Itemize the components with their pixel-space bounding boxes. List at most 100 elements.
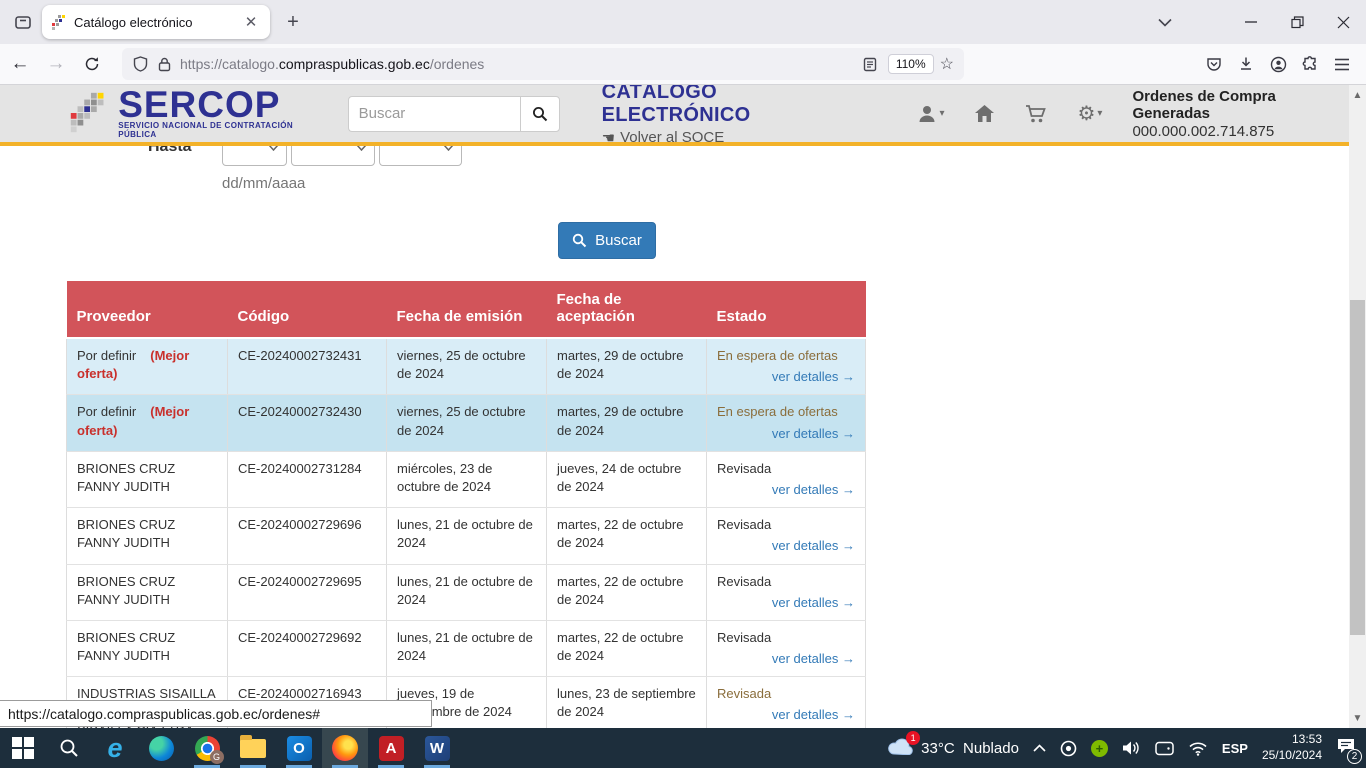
- header-proveedor: Proveedor: [67, 281, 228, 338]
- header-search-input[interactable]: [348, 96, 520, 132]
- ver-detalles-link[interactable]: ver detalles →: [717, 537, 855, 555]
- minimize-button[interactable]: [1228, 0, 1274, 44]
- tab-favicon: [50, 14, 66, 30]
- firefox-icon[interactable]: [322, 728, 368, 768]
- proveedor-value: BRIONES CRUZ FANNY JUDITH: [77, 574, 175, 607]
- proveedor-cell: Por definir(Mejor oferta): [67, 395, 228, 451]
- volver-soce-link[interactable]: ☚Volver al SOCE: [602, 129, 862, 147]
- taskbar-search-icon[interactable]: [46, 728, 92, 768]
- language-indicator[interactable]: ESP: [1222, 741, 1248, 756]
- record-icon[interactable]: [1060, 740, 1077, 757]
- ver-detalles-link[interactable]: ver detalles →: [717, 594, 855, 612]
- ver-detalles-link[interactable]: ver detalles →: [717, 481, 855, 499]
- downloads-icon[interactable]: [1230, 48, 1262, 80]
- monitor-icon[interactable]: [1155, 741, 1174, 756]
- taskbar-clock[interactable]: 13:53 25/10/2024: [1262, 732, 1322, 763]
- close-window-button[interactable]: [1320, 0, 1366, 44]
- wifi-icon[interactable]: [1188, 741, 1208, 756]
- menu-hamburger-icon[interactable]: [1326, 48, 1358, 80]
- estado-cell: Revisada ver detalles →: [707, 677, 866, 728]
- browser-titlebar: Catálogo electrónico ✕ +: [0, 0, 1366, 44]
- tab-close-icon[interactable]: ✕: [240, 11, 262, 33]
- reload-button[interactable]: [76, 48, 108, 80]
- proveedor-value: BRIONES CRUZ FANNY JUDITH: [77, 517, 175, 550]
- reader-view-icon[interactable]: [863, 57, 877, 72]
- internet-explorer-icon[interactable]: e: [92, 728, 138, 768]
- fecha-emision-value: lunes, 21 de octubre de 2024: [387, 508, 547, 564]
- new-tab-button[interactable]: +: [278, 7, 308, 37]
- chrome-icon[interactable]: G: [184, 728, 230, 768]
- edge-icon[interactable]: [138, 728, 184, 768]
- pocket-icon[interactable]: [1198, 48, 1230, 80]
- fecha-aceptacion-value: jueves, 24 de octubre de 2024: [547, 451, 707, 507]
- ver-detalles-link[interactable]: ver detalles →: [717, 368, 855, 386]
- word-icon[interactable]: W: [414, 728, 460, 768]
- fecha-emision-value: viernes, 25 de octubre de 2024: [387, 395, 547, 451]
- fecha-aceptacion-value: martes, 29 de octubre de 2024: [547, 395, 707, 451]
- weather-widget[interactable]: 1 33°C Nublado: [887, 737, 1019, 760]
- zoom-level-button[interactable]: 110%: [888, 54, 934, 74]
- cart-icon[interactable]: [1025, 104, 1047, 124]
- tracking-shield-icon[interactable]: [133, 56, 148, 72]
- codigo-value: CE-20240002729695: [228, 564, 387, 620]
- orders-generated-label: Ordenes de Compra Generadas: [1132, 88, 1349, 122]
- search-icon: [532, 106, 548, 122]
- header-fecha-emision: Fecha de emisión: [387, 281, 547, 338]
- fecha-aceptacion-value: martes, 29 de octubre de 2024: [547, 338, 707, 395]
- settings-gear-icon[interactable]: ⚙▾: [1077, 101, 1102, 126]
- site-header: SERCOP SERVICIO NACIONAL DE CONTRATACIÓN…: [0, 85, 1349, 146]
- logo-tagline: SERVICIO NACIONAL DE CONTRATACIÓN PÚBLIC…: [118, 121, 325, 139]
- header-estado: Estado: [707, 281, 866, 338]
- arrow-right-icon: →: [842, 538, 855, 553]
- antivirus-icon[interactable]: +: [1091, 740, 1108, 757]
- lock-icon[interactable]: [158, 57, 171, 72]
- url-bar[interactable]: https://catalogo.compraspublicas.gob.ec/…: [122, 48, 964, 80]
- buscar-button[interactable]: Buscar: [558, 222, 656, 259]
- extensions-icon[interactable]: [1294, 48, 1326, 80]
- firefox-view-icon[interactable]: [8, 7, 38, 37]
- estado-value: Revisada: [717, 516, 855, 534]
- restore-button[interactable]: [1274, 0, 1320, 44]
- arrow-right-icon: →: [842, 707, 855, 722]
- estado-cell: Revisada ver detalles →: [707, 508, 866, 564]
- start-button[interactable]: [0, 728, 46, 768]
- file-explorer-icon[interactable]: [230, 728, 276, 768]
- hidden-icons-chevron[interactable]: [1033, 744, 1046, 752]
- account-icon[interactable]: [1262, 48, 1294, 80]
- proveedor-cell: BRIONES CRUZ FANNY JUDITH: [67, 508, 228, 564]
- notification-badge: 2: [1347, 749, 1362, 764]
- table-header-row: Proveedor Código Fecha de emisión Fecha …: [67, 281, 866, 338]
- notifications-icon[interactable]: 2: [1336, 737, 1356, 759]
- proveedor-value: BRIONES CRUZ FANNY JUDITH: [77, 461, 175, 494]
- browser-tab[interactable]: Catálogo electrónico ✕: [42, 5, 270, 39]
- header-search-button[interactable]: [520, 96, 560, 132]
- fecha-emision-value: miércoles, 23 de octubre de 2024: [387, 451, 547, 507]
- tab-title: Catálogo electrónico: [74, 15, 240, 30]
- weather-badge: 1: [906, 731, 920, 745]
- scroll-up-icon[interactable]: ▲: [1349, 87, 1366, 103]
- bookmark-star-icon[interactable]: ☆: [940, 54, 954, 74]
- acrobat-icon[interactable]: A: [368, 728, 414, 768]
- vertical-scrollbar[interactable]: ▲ ▼: [1349, 85, 1366, 728]
- sercop-logo[interactable]: SERCOP SERVICIO NACIONAL DE CONTRATACIÓN…: [66, 88, 326, 139]
- outlook-icon[interactable]: O: [276, 728, 322, 768]
- estado-value: Revisada: [717, 460, 855, 478]
- url-text: https://catalogo.compraspublicas.gob.ec/…: [180, 56, 858, 72]
- back-button[interactable]: ←: [4, 48, 36, 80]
- ver-detalles-link[interactable]: ver detalles →: [717, 425, 855, 443]
- proveedor-cell: Por definir(Mejor oferta): [67, 338, 228, 395]
- scrollbar-thumb[interactable]: [1350, 300, 1365, 635]
- home-icon[interactable]: [974, 104, 995, 123]
- ver-detalles-link[interactable]: ver detalles →: [717, 706, 855, 724]
- header-fecha-aceptacion: Fecha de aceptación: [547, 281, 707, 338]
- ver-detalles-link[interactable]: ver detalles →: [717, 650, 855, 668]
- table-row: Por definir(Mejor oferta) CE-20240002732…: [67, 338, 866, 395]
- list-all-tabs-icon[interactable]: [1142, 0, 1188, 44]
- forward-button[interactable]: →: [40, 48, 72, 80]
- logo-title: SERCOP: [118, 88, 325, 121]
- volume-icon[interactable]: [1122, 740, 1141, 756]
- user-menu-icon[interactable]: ▾: [917, 104, 944, 124]
- proveedor-cell: BRIONES CRUZ FANNY JUDITH: [67, 451, 228, 507]
- cloud-icon: 1: [887, 737, 913, 760]
- scroll-down-icon[interactable]: ▼: [1349, 710, 1366, 726]
